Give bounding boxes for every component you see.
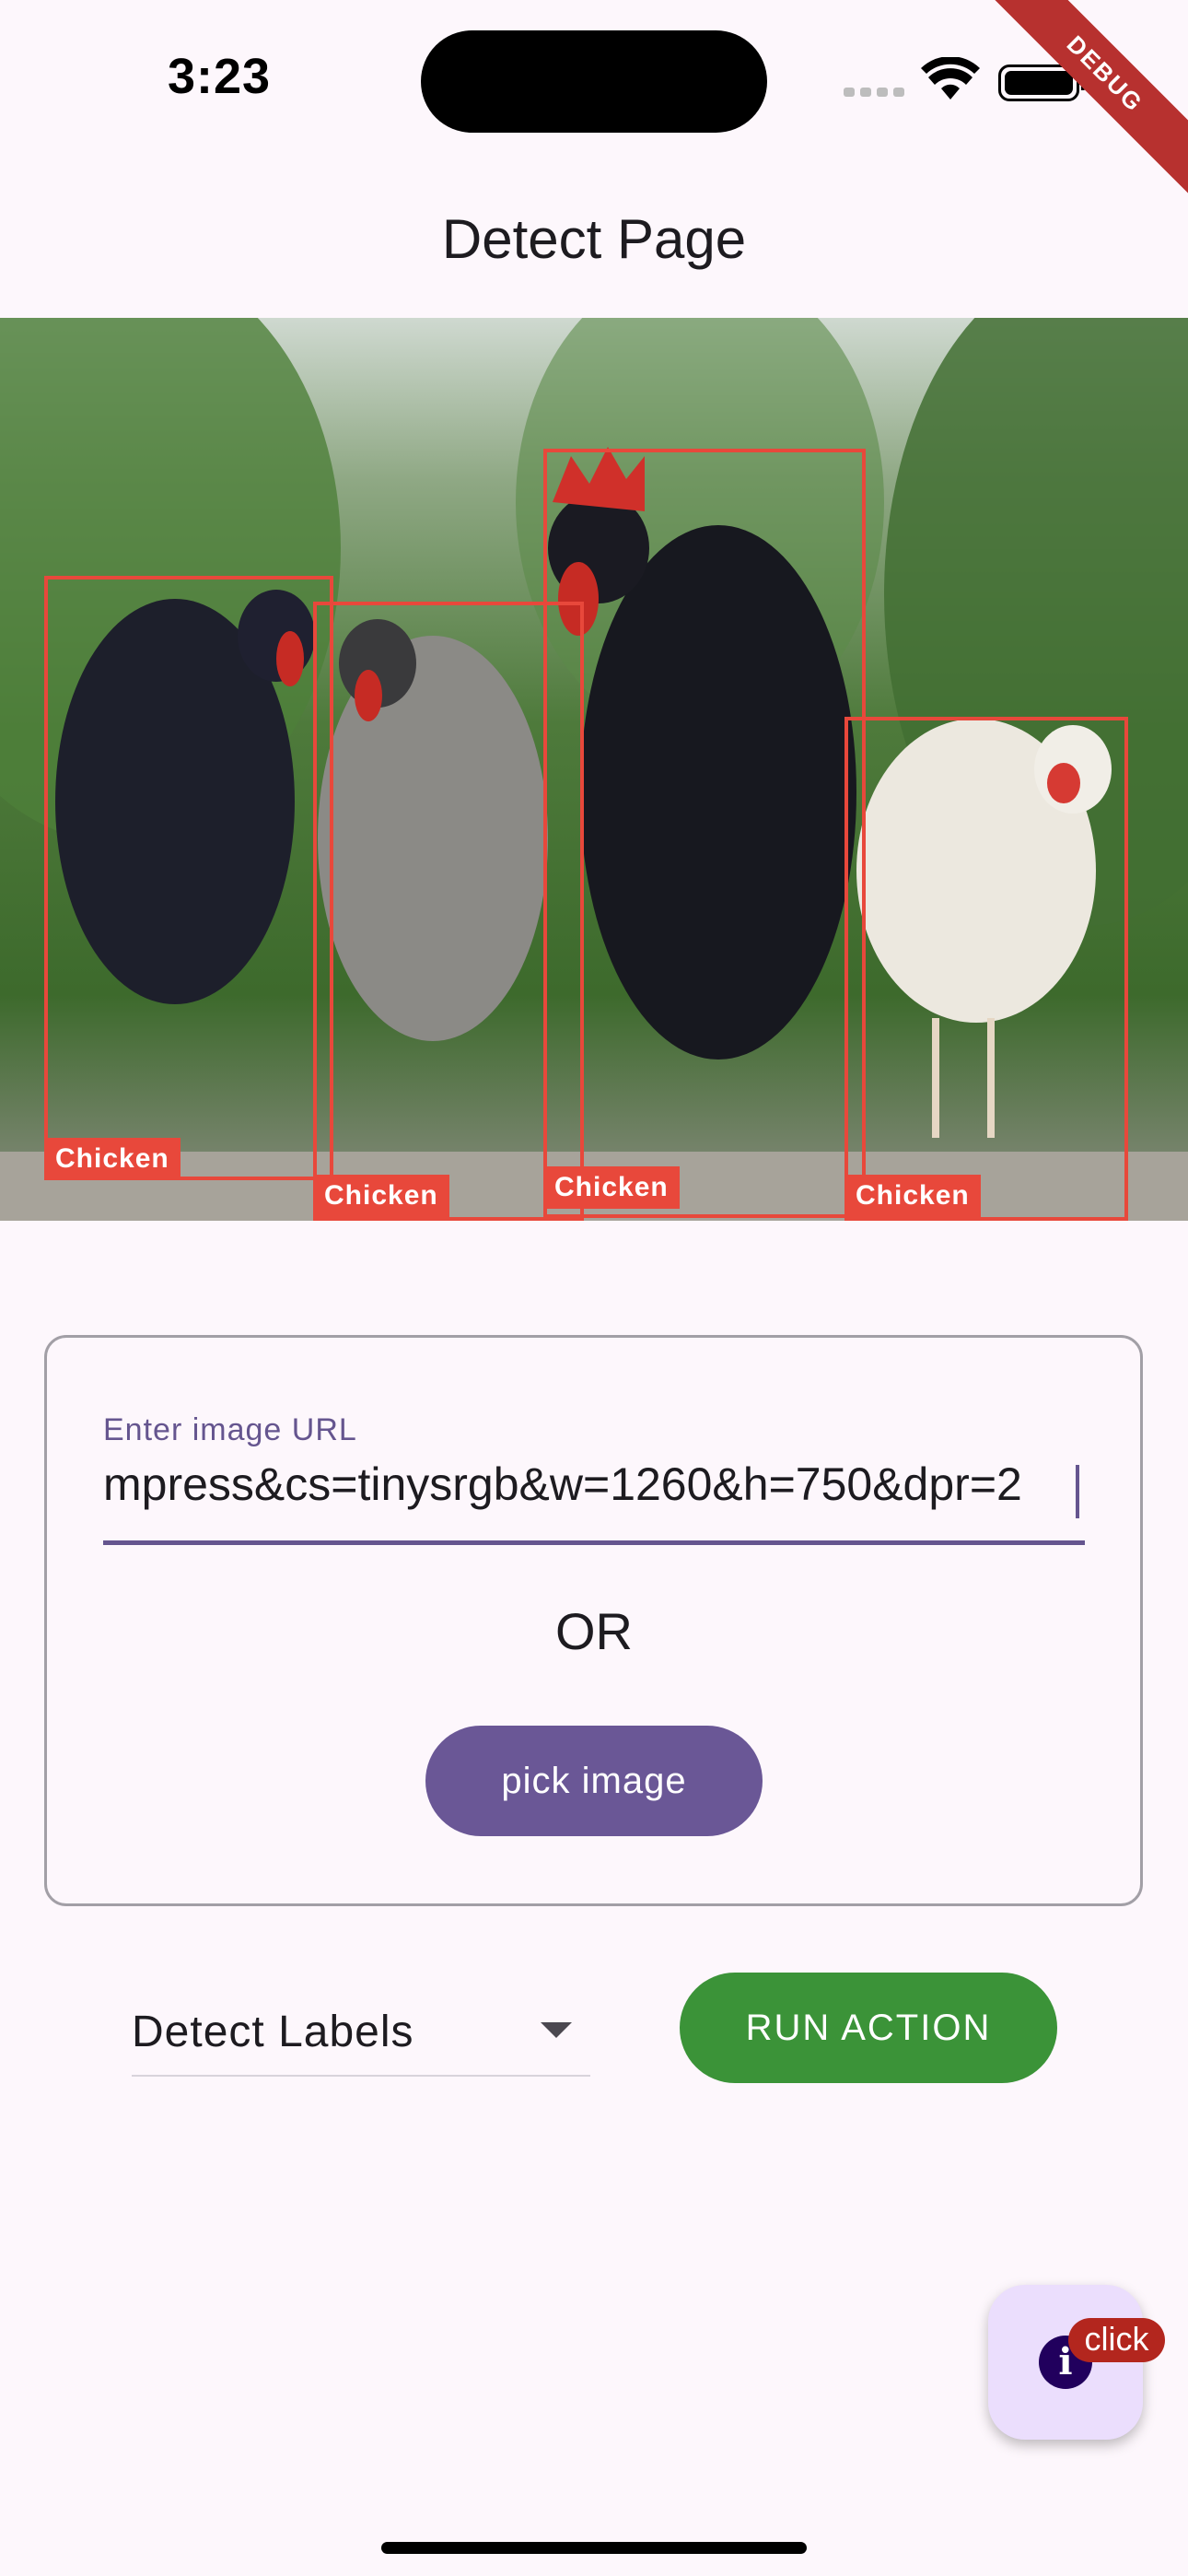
click-badge: click (1068, 2318, 1165, 2362)
url-field-label: Enter image URL (103, 1412, 357, 1447)
status-time: 3:23 (168, 49, 272, 104)
page-title: Detect Page (441, 208, 747, 270)
or-divider-text: OR (555, 1602, 633, 1660)
detection-image: Chicken Chicken Chicken Chicken (0, 318, 1188, 1221)
url-input-value: mpress&cs=tinysrgb&w=1260&h=750&dpr=2 (103, 1458, 1022, 1510)
detection-label: Chicken (313, 1175, 449, 1217)
detection-box: Chicken (44, 576, 333, 1180)
url-input[interactable]: mpress&cs=tinysrgb&w=1260&h=750&dpr=2 (103, 1458, 1083, 1522)
text-cursor (1076, 1465, 1079, 1518)
detection-box: Chicken (543, 449, 866, 1218)
info-fab-button[interactable]: i (988, 2285, 1143, 2440)
wifi-icon (921, 57, 980, 100)
home-indicator[interactable] (381, 2542, 807, 2554)
url-input-underline (103, 1540, 1085, 1545)
run-action-button[interactable]: RUN ACTION (680, 1973, 1057, 2083)
dynamic-island (421, 30, 767, 133)
detection-label: Chicken (844, 1175, 981, 1217)
action-dropdown[interactable]: Detect Labels (132, 1999, 590, 2077)
detection-label: Chicken (44, 1138, 181, 1180)
pick-image-button[interactable]: pick image (425, 1726, 763, 1836)
action-dropdown-value: Detect Labels (132, 2008, 414, 2056)
detection-box: Chicken (844, 717, 1128, 1221)
dropdown-arrow-icon (541, 2022, 572, 2038)
detection-label: Chicken (543, 1166, 680, 1209)
